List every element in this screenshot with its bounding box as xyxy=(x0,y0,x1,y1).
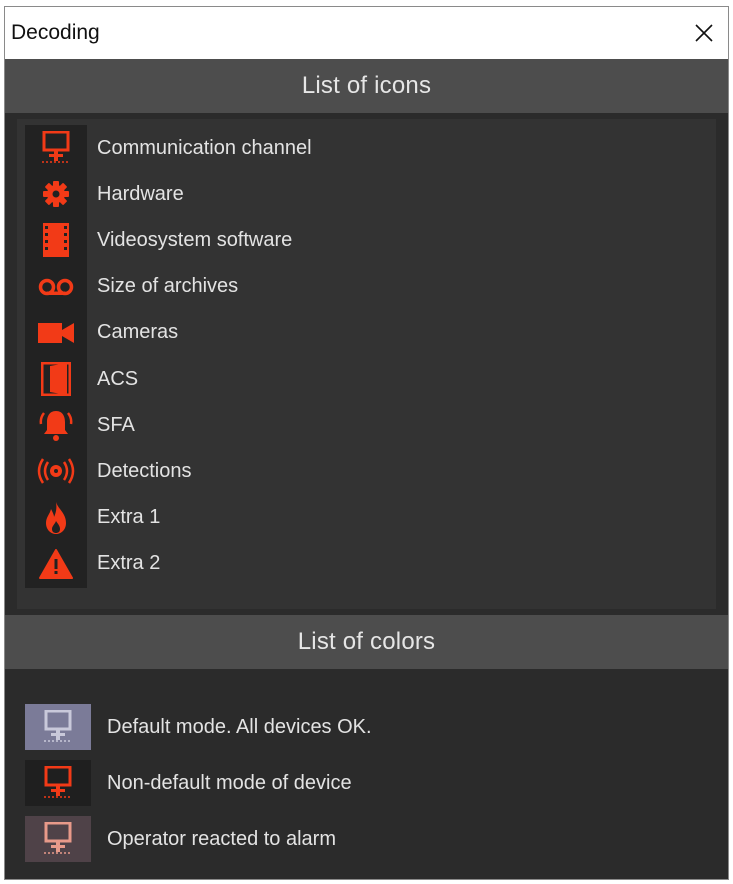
list-item: Default mode. All devices OK. xyxy=(25,699,372,755)
decoding-dialog: Decoding List of icons Communication cha… xyxy=(4,6,729,880)
broadcast-signal-icon xyxy=(37,458,75,485)
icon-label: Communication channel xyxy=(97,136,312,159)
list-item: Extra 2 xyxy=(25,541,716,587)
color-label: Operator reacted to alarm xyxy=(107,827,336,850)
icons-panel: Communication channel Hardware Videosyst… xyxy=(17,119,716,609)
color-list: Default mode. All devices OK. Non-defaul… xyxy=(25,699,372,867)
list-item: Hardware xyxy=(25,171,716,217)
icon-label: Cameras xyxy=(97,321,179,344)
color-swatch xyxy=(25,760,91,806)
list-item: Cameras xyxy=(25,310,716,356)
flame-icon xyxy=(46,501,66,534)
list-item: Videosystem software xyxy=(25,217,716,263)
icon-label: Videosystem software xyxy=(97,228,293,251)
window-title: Decoding xyxy=(11,21,100,44)
warning-triangle-icon xyxy=(39,548,73,579)
list-item: Non-default mode of device xyxy=(25,755,372,811)
icon-label: ACS xyxy=(97,367,139,390)
list-item: Detections xyxy=(25,448,716,494)
video-camera-icon xyxy=(38,322,74,343)
monitor-network-icon xyxy=(44,710,72,742)
color-label: Non-default mode of device xyxy=(107,771,352,794)
icon-label: Hardware xyxy=(97,182,184,205)
color-swatch xyxy=(25,816,91,862)
colors-panel: Default mode. All devices OK. Non-defaul… xyxy=(5,669,728,879)
monitor-network-icon xyxy=(44,766,72,798)
alarm-bell-icon xyxy=(39,411,73,442)
list-item: ACS xyxy=(25,356,716,402)
gear-icon xyxy=(43,181,69,208)
colors-section-header: List of colors xyxy=(5,615,728,669)
close-button[interactable] xyxy=(680,7,728,59)
icon-label: SFA xyxy=(97,413,135,436)
icons-section-header: List of icons xyxy=(5,59,728,113)
voicemail-tape-icon xyxy=(38,278,74,295)
icon-label: Detections xyxy=(97,459,192,482)
list-item: Operator reacted to alarm xyxy=(25,811,372,867)
icon-label: Extra 1 xyxy=(97,506,161,529)
title-bar: Decoding xyxy=(5,7,728,59)
color-label: Default mode. All devices OK. xyxy=(107,715,372,738)
door-icon xyxy=(41,362,71,397)
icon-label: Extra 2 xyxy=(97,552,161,575)
color-swatch xyxy=(25,704,91,750)
film-strip-icon xyxy=(43,223,69,258)
list-item: Extra 1 xyxy=(25,495,716,541)
list-item: SFA xyxy=(25,402,716,448)
icon-label: Size of archives xyxy=(97,275,239,298)
icon-list: Communication channel Hardware Videosyst… xyxy=(25,125,716,587)
close-icon xyxy=(695,24,713,42)
monitor-network-icon xyxy=(42,131,70,163)
list-item: Communication channel xyxy=(25,125,716,171)
list-item: Size of archives xyxy=(25,264,716,310)
monitor-network-icon xyxy=(44,822,72,854)
